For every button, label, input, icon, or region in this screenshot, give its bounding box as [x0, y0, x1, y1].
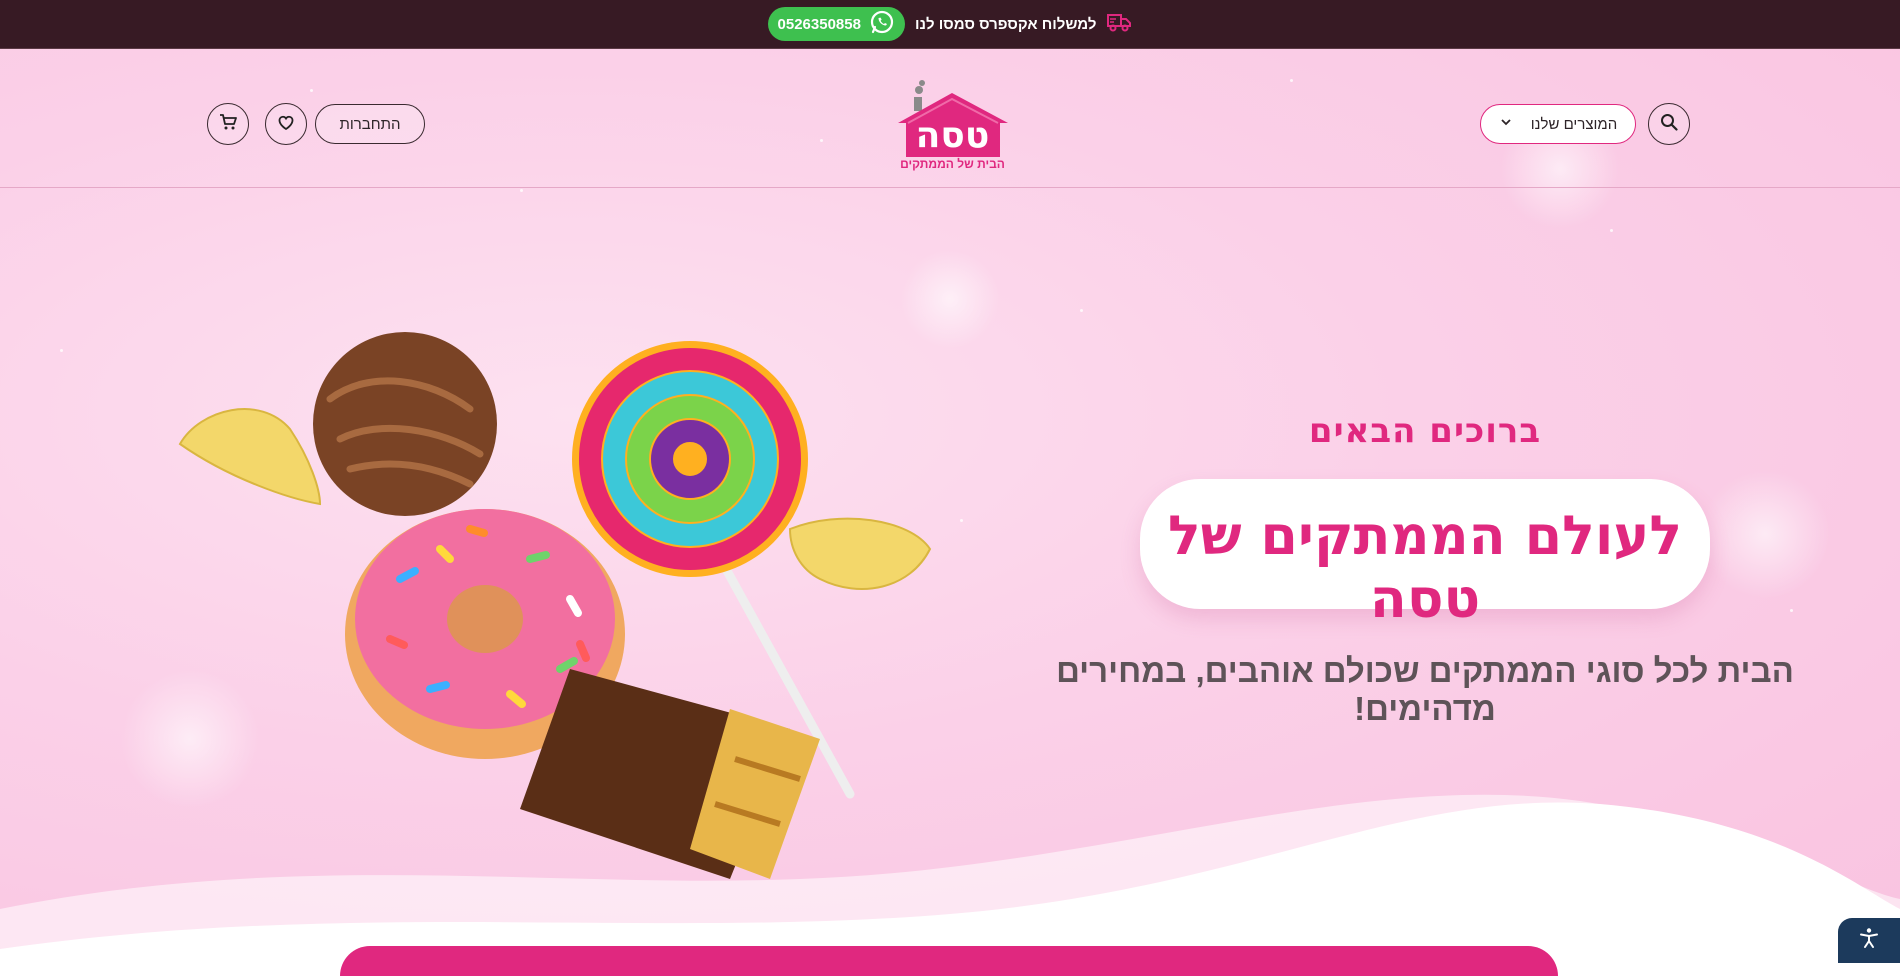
login-button[interactable]: התחברות	[315, 104, 425, 144]
delivery-truck-icon	[1106, 11, 1132, 38]
accessibility-button[interactable]	[1838, 918, 1900, 963]
hero-welcome: ברוכים הבאים	[1308, 411, 1542, 451]
promo-text: למשלוח אקספרס סמסו לנו	[914, 15, 1097, 33]
decor-glow	[1700, 469, 1830, 599]
hero-title: לעולם הממתקים של טסה	[1167, 504, 1683, 630]
decor-sparkle	[520, 189, 523, 192]
logo-name: טסה	[915, 115, 990, 156]
whatsapp-button[interactable]: 0526350858	[767, 7, 905, 41]
chevron-down-icon	[1499, 115, 1513, 133]
our-products-dropdown[interactable]: המוצרים שלנו	[1480, 104, 1636, 144]
decor-sparkle	[1790, 609, 1793, 612]
heart-icon	[276, 112, 296, 137]
wishlist-button[interactable]	[265, 103, 307, 145]
accessibility-icon	[1858, 927, 1880, 954]
decor-sparkle	[960, 519, 963, 522]
whatsapp-phone: 0526350858	[777, 15, 861, 33]
promo-bar-content: למשלוח אקספרס סמסו לנו 0526350858	[767, 7, 1133, 41]
cart-icon	[218, 112, 238, 137]
decor-sparkle	[1080, 309, 1083, 312]
site-logo[interactable]: טסה הבית של הממתקים	[890, 73, 1015, 183]
products-label: המוצרים שלנו	[1530, 115, 1618, 133]
cart-button[interactable]	[207, 103, 249, 145]
hero-bottom-wave	[0, 794, 1900, 963]
logo-tagline: הבית של הממתקים	[900, 157, 1005, 171]
search-button[interactable]	[1648, 103, 1690, 145]
search-icon	[1659, 112, 1679, 137]
site-header: המוצרים שלנו טסה הבית של הממתקים התחברות	[0, 49, 1900, 188]
hero-subtitle: הבית לכל סוגי הממתקים שכולם אוהבים, במחי…	[1056, 652, 1794, 727]
promo-bar: למשלוח אקספרס סמסו לנו 0526350858	[0, 0, 1900, 49]
whatsapp-icon	[869, 9, 895, 40]
hero-section: המוצרים שלנו טסה הבית של הממתקים התחברות	[0, 49, 1900, 963]
decor-sparkle	[1610, 229, 1613, 232]
next-section-banner	[340, 946, 1558, 976]
decor-sparkle	[60, 349, 63, 352]
